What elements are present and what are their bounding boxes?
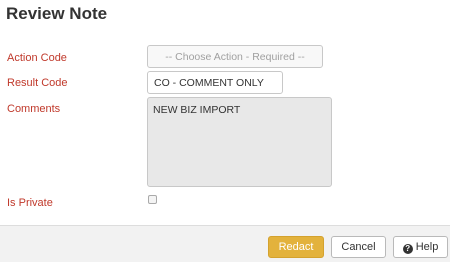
question-circle-icon: ? bbox=[402, 244, 413, 254]
cancel-button[interactable]: Cancel bbox=[331, 236, 386, 258]
comments-label: Comments bbox=[7, 103, 61, 115]
dialog-title: Review Note bbox=[6, 4, 108, 23]
action-code-select[interactable]: -- Choose Action - Required -- bbox=[147, 45, 323, 68]
help-button[interactable]: ? Help bbox=[393, 236, 448, 258]
action-code-label: Action Code bbox=[7, 52, 67, 64]
is-private-checkbox[interactable] bbox=[148, 195, 157, 204]
comments-textarea[interactable]: NEW BIZ IMPORT bbox=[147, 97, 332, 187]
is-private-label: Is Private bbox=[7, 197, 53, 209]
result-code-label: Result Code bbox=[7, 77, 68, 89]
redact-button[interactable]: Redact bbox=[268, 236, 324, 258]
help-button-label: Help bbox=[415, 241, 439, 253]
result-code-field[interactable]: CO - COMMENT ONLY bbox=[147, 71, 283, 94]
